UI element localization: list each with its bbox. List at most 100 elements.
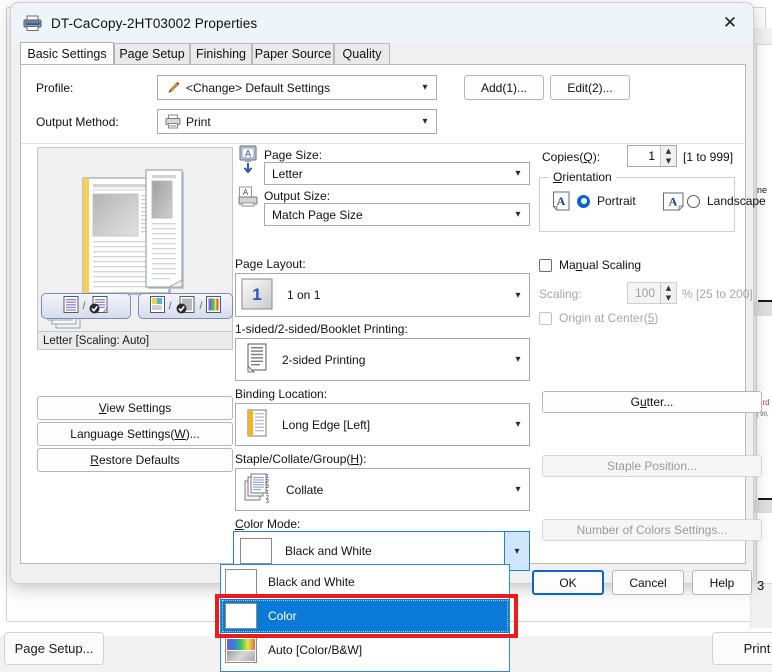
binding-label: Binding Location: [235,387,328,401]
chevron-down-icon: ▾ [422,82,428,93]
background-doc-band [752,302,772,316]
page-size-value: Letter [272,166,303,181]
profile-edit-button[interactable]: Edit(2)... [550,75,630,100]
cancel-button[interactable]: Cancel [612,570,684,595]
color-mode-dropdown-list[interactable]: Black and White Color Auto [Color/B&W] [220,564,510,672]
bw-swatch-icon [240,538,272,564]
profile-add-button[interactable]: Add(1)... [464,75,544,100]
checkbox-indicator [539,258,552,272]
output-method-combo[interactable]: Print ▾ [157,109,437,134]
tab-page-setup[interactable]: Page Setup [114,43,190,64]
tab-strip: Basic Settings Page Setup Finishing Pape… [20,42,746,64]
color-bar-icon [205,295,222,317]
orientation-portrait-radio[interactable]: Portrait [577,194,636,208]
background-doc-band-2 [752,500,772,513]
color-mode-option-black-and-white[interactable]: Black and White [221,565,509,599]
toggle-separator: / [168,300,172,312]
color-mode-option-color[interactable]: Color [221,599,509,633]
origin-at-center-label: Origin at Center(5) [559,311,659,325]
duplex-value: 2-sided Printing [282,352,366,367]
copies-spin-buttons[interactable]: ▲ ▼ [660,146,676,166]
gutter-button[interactable]: Gutter... [542,391,762,413]
dialog-titlebar: DT-CaCopy-2HT03002 Properties ✕ [11,3,753,43]
staple-position-label: Staple Position... [606,459,698,473]
page-layout-label: Page Layout: [235,257,306,271]
option-label: Black and White [268,575,355,589]
staple-label: Staple/Collate/Group(H): [235,452,367,466]
output-size-value: Match Page Size [272,207,363,222]
scaling-unit: % [25 to 200] [682,287,753,301]
scaling-value: 100 [634,286,655,300]
background-doc-page-number: 3 [757,578,765,593]
tab-paper-source[interactable]: Paper Source [252,43,334,64]
one-on-one-icon: 1 [241,278,273,313]
chevron-down-icon: ▾ [515,354,521,365]
scaling-label: Scaling: [539,287,582,301]
staple-value: Collate [286,482,324,497]
spin-down-icon[interactable]: ▼ [661,156,676,166]
tab-basic-settings[interactable]: Basic Settings [20,42,114,64]
tab-finishing[interactable]: Finishing [190,43,252,64]
svg-text:3: 3 [266,499,269,504]
orientation-portrait-label: Portrait [597,194,636,208]
page-size-label: Page Size: [264,148,323,162]
option-label: Color [268,609,297,623]
help-button[interactable]: Help [692,570,752,595]
chevron-down-icon: ▾ [515,209,521,220]
option-label: Auto [Color/B&W] [268,643,363,657]
output-size-combo[interactable]: Match Page Size ▾ [264,203,530,226]
binding-value: Long Edge [Left] [282,417,371,432]
printer-small-icon [162,114,184,129]
color-swatch-icon [225,603,257,629]
scaling-spin-buttons: ▲ ▼ [660,283,676,303]
duplex-icon [244,343,270,376]
restore-defaults-label: Restore Defaults [90,453,180,467]
page-layout-combo[interactable]: 1 1 on 1 ▾ [235,273,530,317]
color-page-icon [149,295,166,317]
profile-label: Profile: [36,81,74,95]
spin-down-icon: ▼ [661,293,676,303]
tab-quality[interactable]: Quality [334,43,390,64]
page-size-combo[interactable]: Letter ▾ [264,162,530,185]
chevron-down-icon: ▾ [515,484,521,495]
radio-indicator [577,194,590,208]
spin-up-icon[interactable]: ▲ [661,146,676,156]
manual-scaling-checkbox[interactable]: Manual Scaling [539,258,641,272]
radio-indicator [687,194,700,208]
copies-range: [1 to 999] [683,150,734,164]
print-button[interactable]: Print [712,632,772,665]
number-of-colors-label: Number of Colors Settings... [576,523,728,537]
view-settings-button[interactable]: View Settings [37,396,233,420]
output-size-label: Output Size: [264,189,331,203]
language-settings-label: Language Settings(W)... [70,427,200,441]
restore-defaults-button[interactable]: Restore Defaults [37,448,233,472]
ok-button[interactable]: OK [532,570,604,595]
auto-swatch-icon [225,637,257,663]
duplex-check-icon [88,295,110,317]
orientation-landscape-radio[interactable]: Landscape [687,194,766,208]
copies-stepper[interactable]: 1 ▲ ▼ [627,145,677,167]
staple-combo[interactable]: 123 123 Collate ▾ [235,468,530,511]
svg-text:1: 1 [252,285,261,304]
duplex-combo[interactable]: 2-sided Printing ▾ [235,338,530,381]
landscape-icon: A [662,192,685,214]
output-method-value: Print [186,114,211,129]
spin-up-icon: ▲ [661,283,676,293]
page-size-icon: A [237,145,259,182]
origin-at-center-checkbox: Origin at Center(5) [539,311,658,325]
chevron-down-icon: ▾ [422,116,428,127]
color-preview-toggle[interactable]: / / [138,293,233,319]
color-mode-option-auto[interactable]: Auto [Color/B&W] [221,633,509,667]
page-setup-button[interactable]: Page Setup... [4,632,104,665]
layout-preview-toggle[interactable]: / [41,293,131,319]
language-settings-button[interactable]: Language Settings(W)... [37,422,233,446]
page-lines-icon [62,295,80,317]
binding-icon [244,408,270,441]
toggle-separator: / [199,300,203,312]
output-size-icon: A [237,185,259,210]
svg-text:A: A [245,149,251,159]
binding-combo[interactable]: Long Edge [Left] ▾ [235,403,530,446]
profile-combo[interactable]: <Change> Default Settings ▾ [157,75,437,100]
close-icon[interactable]: ✕ [707,3,753,43]
grayscale-check-icon [175,295,197,317]
